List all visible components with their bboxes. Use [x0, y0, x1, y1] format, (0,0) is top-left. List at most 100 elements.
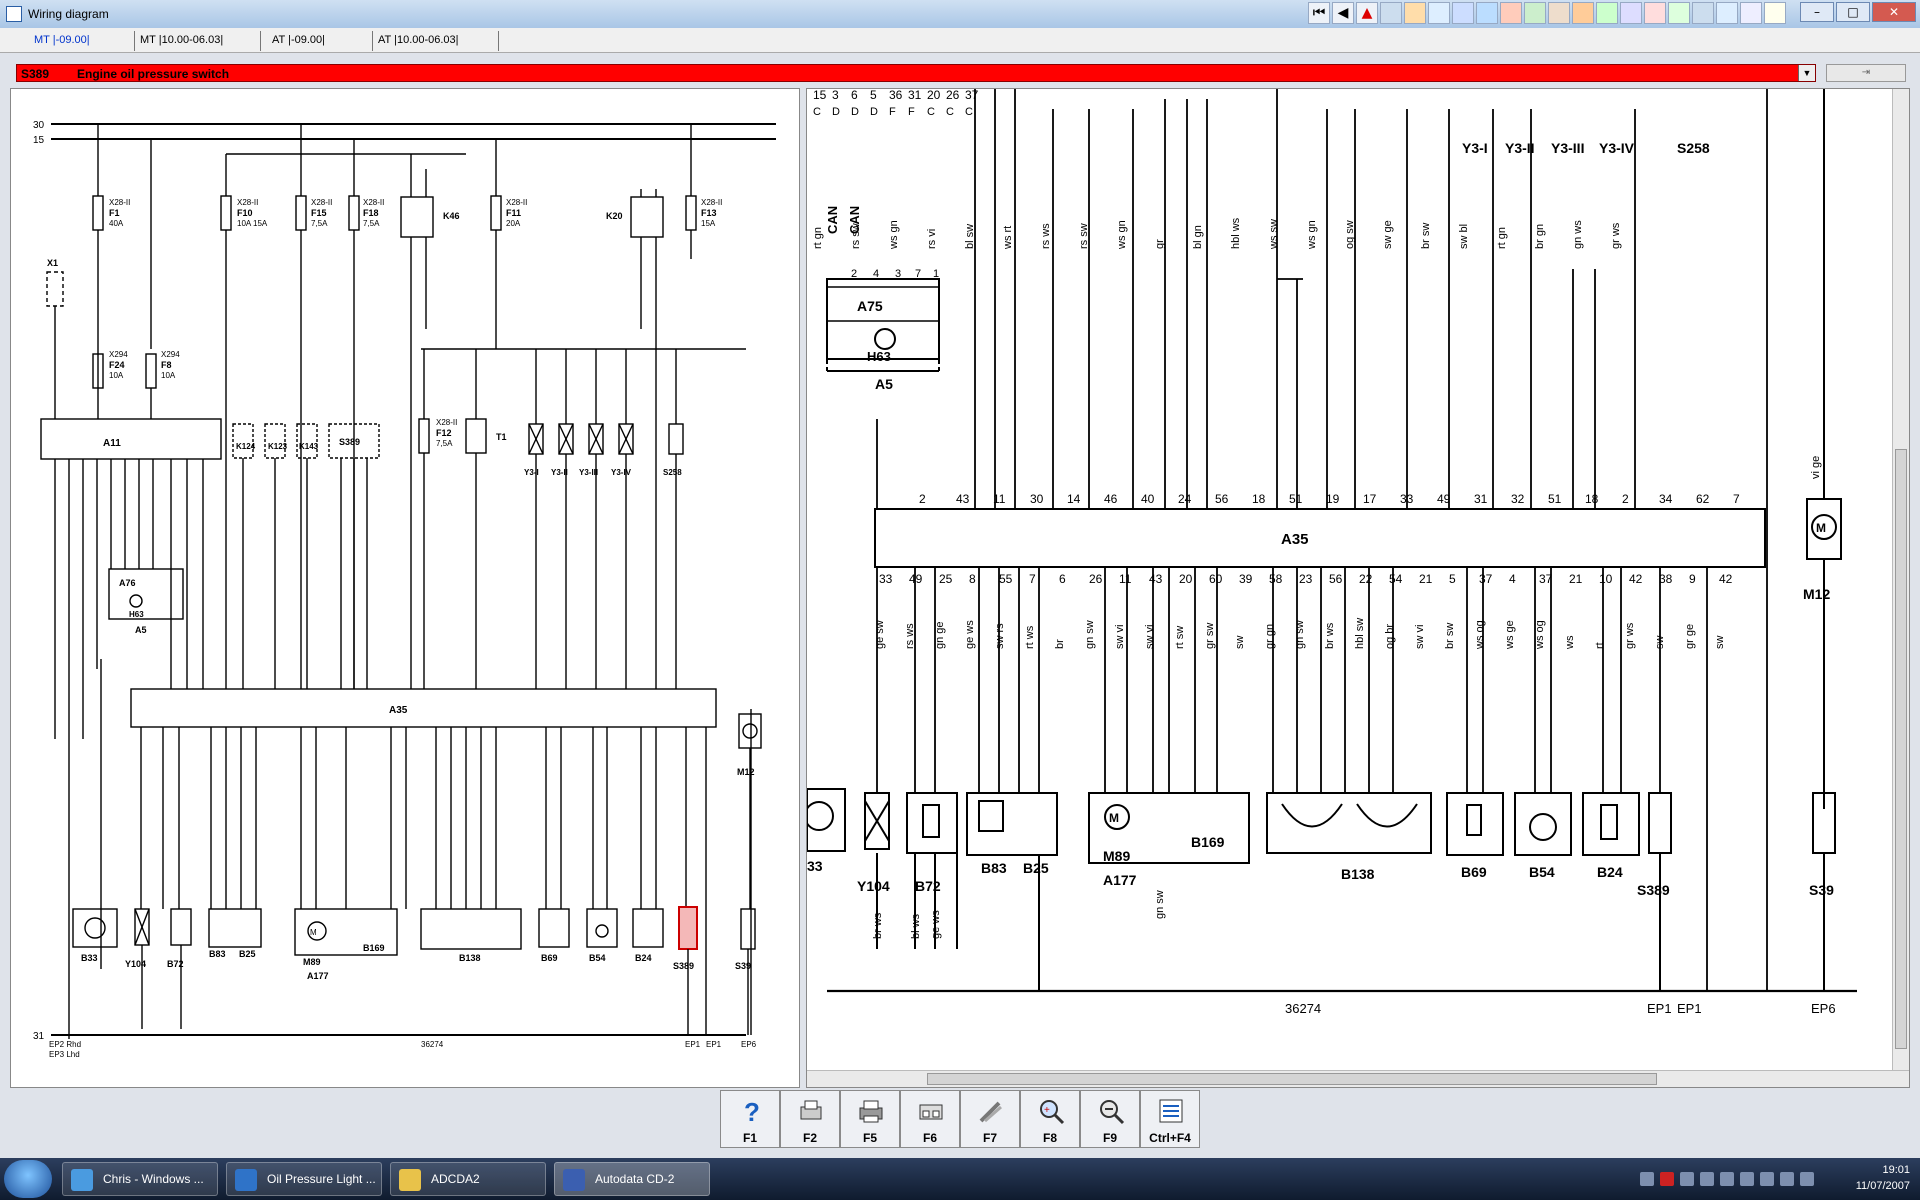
tool-icon-5[interactable] — [1476, 2, 1498, 24]
tray-icon-6[interactable] — [1740, 1172, 1754, 1186]
svg-text:T1: T1 — [496, 432, 507, 442]
ground-label-36274: 36274 — [421, 1040, 444, 1049]
taskbar-item-windows-live[interactable]: Chris - Windows ... — [62, 1162, 218, 1196]
tools-icon — [979, 1101, 1002, 1123]
svg-text:Y104: Y104 — [125, 959, 146, 969]
f8-zoom-in-button[interactable]: + F8 — [1020, 1090, 1080, 1148]
component-select[interactable]: S389 Engine oil pressure switch ▼ — [16, 64, 1816, 82]
tool-icon-8[interactable] — [1548, 2, 1570, 24]
taskbar-item-autodata[interactable]: Autodata CD-2 — [554, 1162, 710, 1196]
svg-text:?: ? — [744, 1097, 760, 1125]
tool-icon-16[interactable] — [1740, 2, 1762, 24]
tray-icon-8[interactable] — [1780, 1172, 1794, 1186]
warning-icon[interactable]: ▲ — [1356, 2, 1378, 24]
tool-icon-13[interactable] — [1668, 2, 1690, 24]
function-key-bar: ? F1 F2 F5 F6 F7 + F8 F9 Ctrl+F4 — [720, 1090, 1210, 1148]
valve-label-y3-iii: Y3-III — [1551, 140, 1584, 156]
horizontal-scrollbar[interactable] — [807, 1070, 1909, 1087]
window-title: Wiring diagram — [28, 7, 109, 21]
svg-text:A177: A177 — [1103, 872, 1137, 888]
f2-print-setup-button[interactable]: F2 — [780, 1090, 840, 1148]
svg-text:Y104: Y104 — [857, 878, 890, 894]
a35-top-pin-19: 19 — [1326, 492, 1340, 506]
sensor-b69-large: B69 — [1446, 792, 1504, 880]
tray-icon-5[interactable] — [1720, 1172, 1734, 1186]
switch-s258: S258 — [663, 349, 684, 689]
a35-top-pin-2: 2 — [919, 492, 926, 506]
zoomed-diagram-pane[interactable]: 15 C 3 D 6 D 5 D 36 F 31 F 20 C 26 C 37 Crt gn rs sw ws gn r… — [806, 88, 1910, 1088]
help-icon: ? — [744, 1097, 760, 1125]
svg-text:Y3-II: Y3-II — [551, 468, 568, 477]
network-icon[interactable] — [1640, 1172, 1654, 1186]
maximize-button[interactable]: □ — [1836, 2, 1870, 22]
tool-icon-14[interactable] — [1692, 2, 1714, 24]
tool-icon-11[interactable] — [1620, 2, 1642, 24]
switch-s389-highlight[interactable]: S389 — [673, 906, 698, 1035]
svg-text:40A: 40A — [109, 219, 124, 228]
f1-help-button[interactable]: ? F1 — [720, 1090, 780, 1148]
top-wire-label: sw bl — [1458, 224, 1470, 249]
horizontal-scroll-thumb[interactable] — [927, 1073, 1657, 1085]
tab-mt-09[interactable]: MT |-09.00| — [24, 31, 135, 51]
a35-bottom-wire-label: br sw — [1444, 623, 1456, 649]
previous-page-icon[interactable]: ◀ — [1332, 2, 1354, 24]
tool-icon-6[interactable] — [1500, 2, 1522, 24]
valve-y3-iv: Y3-IV — [611, 349, 634, 689]
vertical-scroll-thumb[interactable] — [1895, 449, 1907, 1049]
a35-bottom-pin-39: 39 — [1239, 572, 1253, 586]
a75-pin-2: 2 — [851, 268, 857, 280]
chevron-down-icon[interactable]: ▼ — [1798, 65, 1815, 81]
module-a35-large: A35 — [874, 508, 1766, 568]
svg-text:F11: F11 — [506, 208, 521, 218]
tool-icon-3[interactable] — [1428, 2, 1450, 24]
tray-icon-4[interactable] — [1700, 1172, 1714, 1186]
first-page-icon[interactable]: ⏮ — [1308, 2, 1330, 24]
connector-x1: X1 — [46, 258, 64, 419]
volume-icon[interactable] — [1800, 1172, 1814, 1186]
taskbar-item-adcda2[interactable]: ADCDA2 — [390, 1162, 546, 1196]
switch-s389-large[interactable]: S389 — [1637, 792, 1672, 991]
module-k123: K123 — [264, 423, 288, 689]
f5-print-button[interactable]: F5 — [840, 1090, 900, 1148]
clock[interactable]: 19:01 11/07/2007 — [1856, 1162, 1910, 1194]
svg-text:X28-II: X28-II — [701, 198, 722, 207]
ctrl-f4-list-button[interactable]: Ctrl+F4 — [1140, 1090, 1200, 1148]
valve-label-y3-iv: Y3-IV — [1599, 140, 1635, 156]
svg-text:Y3-I: Y3-I — [524, 468, 539, 477]
minimize-button[interactable]: – — [1800, 2, 1834, 22]
f6-pages-button[interactable]: F6 — [900, 1090, 960, 1148]
top-wire-label: br sw — [1420, 223, 1432, 249]
tool-icon-9[interactable] — [1572, 2, 1594, 24]
tool-icon-1[interactable] — [1380, 2, 1402, 24]
ati-icon[interactable] — [1660, 1172, 1674, 1186]
svg-text:10A: 10A — [109, 371, 124, 380]
tool-icon-12[interactable] — [1644, 2, 1666, 24]
svg-text:F12: F12 — [436, 428, 452, 438]
a35-top-pin-56: 56 — [1215, 492, 1229, 506]
folder-icon — [399, 1169, 421, 1191]
tool-icon-17[interactable] — [1764, 2, 1786, 24]
tray-icon-7[interactable] — [1760, 1172, 1774, 1186]
tab-mt-10-06[interactable]: MT |10.00-06.03| — [130, 31, 261, 51]
overview-diagram-pane[interactable]: 30 15 31 X28-II F1 40A X28-II F10 10A 15… — [10, 88, 800, 1088]
rail-31-label: 31 — [33, 1031, 45, 1042]
start-button[interactable] — [4, 1160, 52, 1198]
expand-button[interactable]: ⇥ — [1826, 64, 1906, 82]
tool-icon-7[interactable] — [1524, 2, 1546, 24]
taskbar-item-browser[interactable]: Oil Pressure Light ... — [226, 1162, 382, 1196]
tray-icon-3[interactable] — [1680, 1172, 1694, 1186]
f7-tools-button[interactable]: F7 — [960, 1090, 1020, 1148]
tool-icon-15[interactable] — [1716, 2, 1738, 24]
tab-at-09[interactable]: AT |-09.00| — [262, 31, 373, 51]
f9-zoom-out-button[interactable]: F9 — [1080, 1090, 1140, 1148]
a35-bottom-wire-label: ge sw — [874, 620, 886, 649]
a35-bottom-wire-label: br — [1054, 639, 1066, 649]
tool-icon-4[interactable] — [1452, 2, 1474, 24]
tool-icon-10[interactable] — [1596, 2, 1618, 24]
svg-text:A35: A35 — [389, 705, 408, 716]
tab-at-10-06[interactable]: AT |10.00-06.03| — [368, 31, 499, 51]
close-button[interactable]: ✕ — [1872, 2, 1916, 22]
tool-icon-2[interactable] — [1404, 2, 1426, 24]
module-a11: A11 — [40, 418, 222, 1039]
vertical-scrollbar[interactable] — [1892, 89, 1909, 1087]
